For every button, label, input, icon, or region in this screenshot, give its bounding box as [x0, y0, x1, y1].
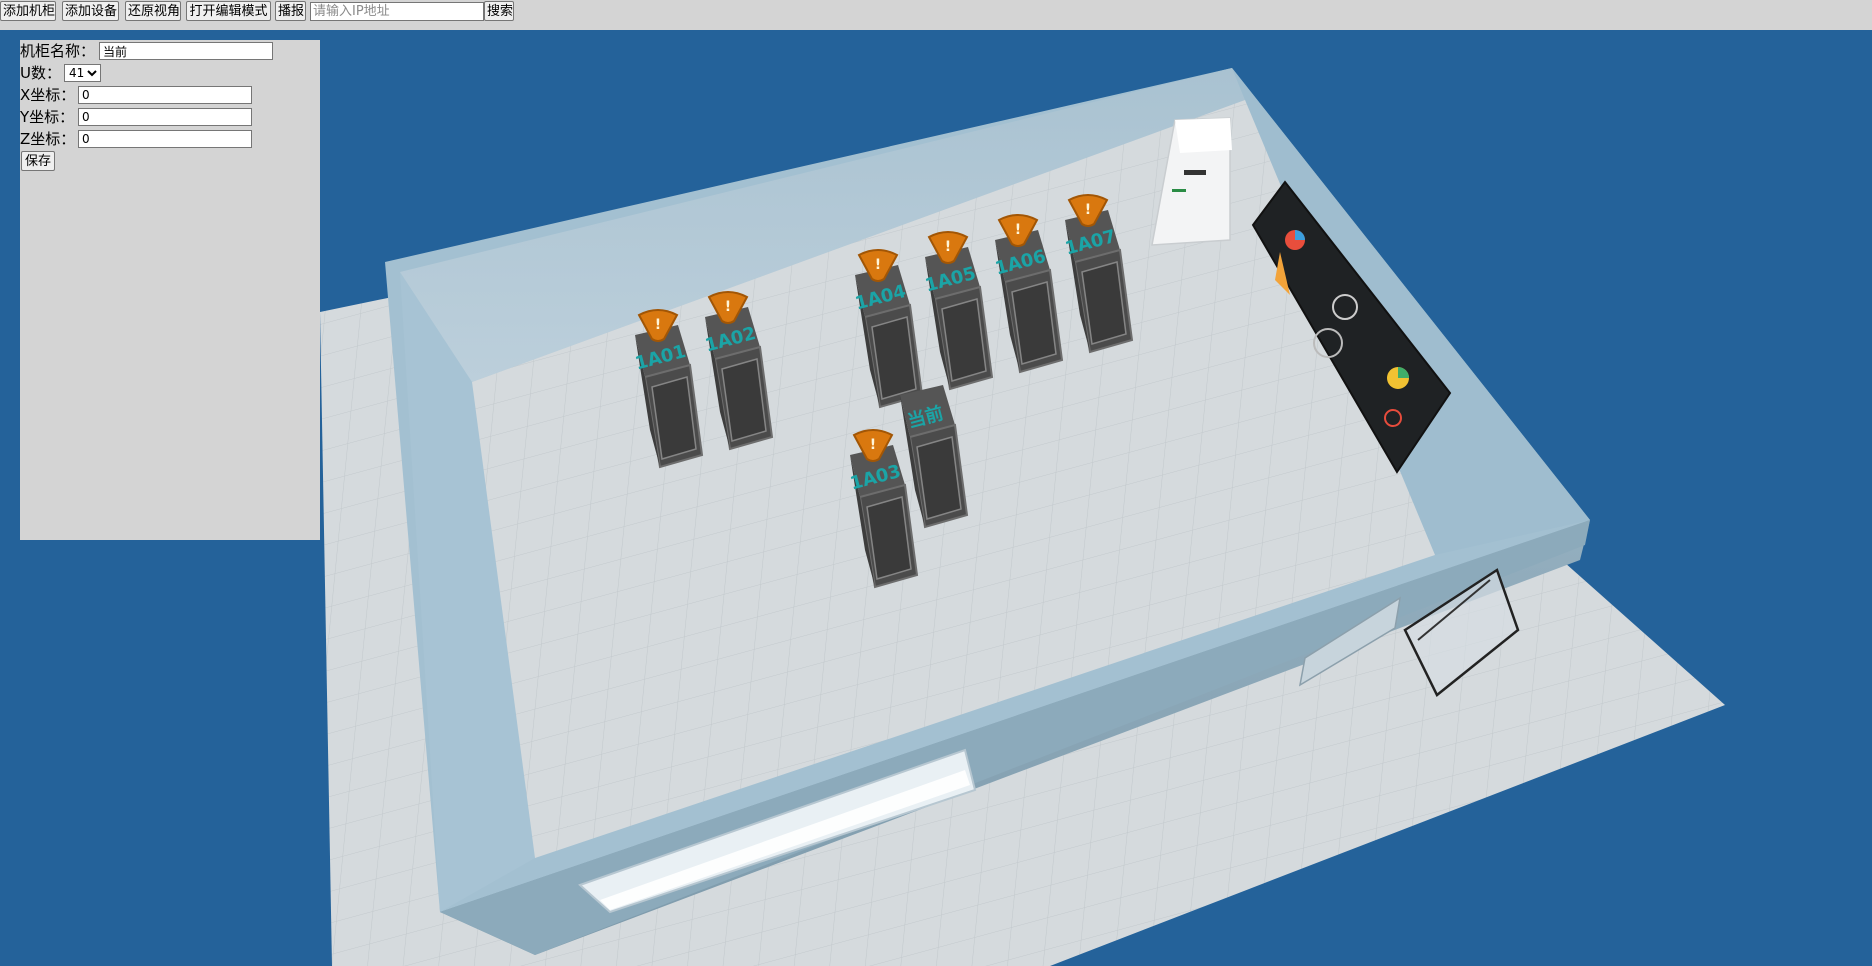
alert-glyph: ! [875, 257, 881, 273]
u-row: U数： [20, 63, 61, 83]
name-row: 机柜名称： [20, 41, 95, 61]
x-label: X坐标： [20, 86, 76, 104]
z-coordinate-input[interactable] [78, 130, 252, 148]
alert-glyph: ! [1015, 222, 1021, 238]
cabinet-edit-panel: 机柜名称： U数： 41 X坐标： Y坐标： Z坐标： 保存 [20, 40, 320, 540]
alert-glyph: ! [945, 239, 951, 255]
edit-mode-button[interactable]: 打开编辑模式 [186, 1, 271, 21]
add-device-button[interactable]: 添加设备 [62, 1, 119, 21]
alert-glyph: ! [725, 299, 731, 315]
cabinet-name-input[interactable] [99, 42, 273, 60]
broadcast-button[interactable]: 播报 [275, 1, 306, 21]
add-cabinet-button[interactable]: 添加机柜 [0, 1, 56, 21]
y-label: Y坐标： [20, 108, 75, 126]
save-button[interactable]: 保存 [21, 151, 56, 171]
u-label: U数： [20, 64, 61, 82]
name-label: 机柜名称： [20, 42, 96, 60]
alert-glyph: ! [870, 437, 876, 453]
u-count-select[interactable]: 41 [64, 64, 101, 82]
x-row: X坐标： [20, 85, 75, 105]
z-row: Z坐标： [20, 129, 75, 149]
alert-glyph: ! [1085, 202, 1091, 218]
y-row: Y坐标： [20, 107, 74, 127]
x-coordinate-input[interactable] [78, 86, 252, 104]
alert-glyph: ! [655, 317, 661, 333]
ip-search-input[interactable] [310, 2, 484, 21]
y-coordinate-input[interactable] [78, 108, 252, 126]
top-toolbar: 添加机柜 添加设备 还原视角 打开编辑模式 播报 搜索 [0, 0, 1872, 30]
reset-view-button[interactable]: 还原视角 [125, 1, 181, 21]
search-button[interactable]: 搜索 [484, 1, 514, 21]
z-label: Z坐标： [20, 130, 76, 148]
